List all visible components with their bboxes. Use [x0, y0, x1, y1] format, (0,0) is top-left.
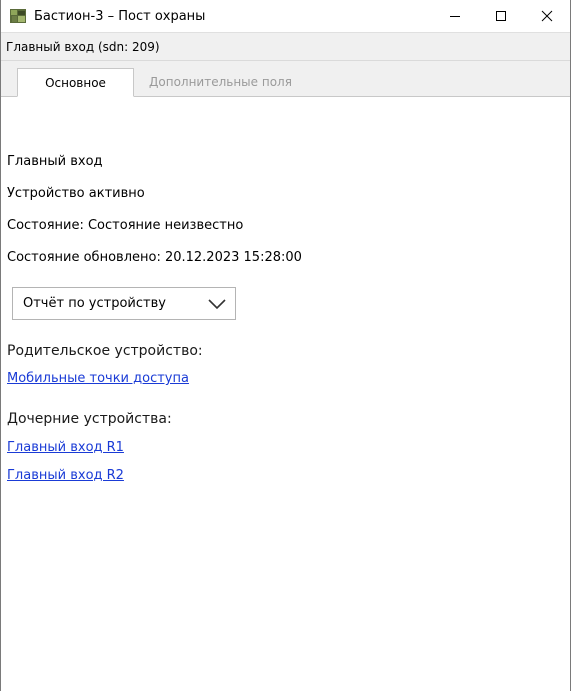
app-window: Бастион-3 – Пост охраны Главный вход (sd…: [0, 0, 571, 691]
minimize-button[interactable]: [432, 0, 478, 32]
window-controls: [432, 0, 570, 32]
state-updated: Состояние обновлено: 20.12.2023 15:28:00: [7, 250, 302, 265]
close-button[interactable]: [524, 0, 570, 32]
window-title: Бастион-3 – Пост охраны: [34, 8, 206, 24]
child-devices-label: Дочерние устройства:: [7, 411, 172, 427]
chevron-down-icon: [208, 299, 226, 310]
minimize-icon: [450, 16, 460, 17]
parent-device-link[interactable]: Мобильные точки доступа: [7, 371, 189, 386]
device-state: Состояние: Состояние неизвестно: [7, 218, 244, 233]
tab-additional-fields[interactable]: Дополнительные поля: [149, 68, 292, 96]
title-bar[interactable]: Бастион-3 – Пост охраны: [1, 0, 570, 32]
app-icon: [10, 8, 26, 24]
device-report-label: Отчёт по устройству: [23, 296, 166, 311]
child-device-link[interactable]: Главный вход R2: [7, 468, 124, 483]
device-status: Устройство активно: [7, 186, 145, 201]
tab-main-label: Основное: [45, 75, 106, 90]
maximize-button[interactable]: [478, 0, 524, 32]
device-header: Главный вход (sdn: 209): [1, 32, 570, 61]
close-icon: [541, 10, 553, 22]
tab-strip: Основное Дополнительные поля: [1, 61, 570, 97]
maximize-icon: [496, 11, 506, 21]
device-report-dropdown[interactable]: Отчёт по устройству: [12, 287, 236, 320]
tab-main[interactable]: Основное: [17, 68, 134, 97]
tab-additional-fields-label: Дополнительные поля: [149, 75, 292, 89]
parent-device-label: Родительское устройство:: [7, 343, 203, 359]
child-device-link[interactable]: Главный вход R1: [7, 440, 124, 455]
device-header-text: Главный вход (sdn: 209): [6, 39, 160, 54]
device-name: Главный вход: [7, 154, 103, 169]
